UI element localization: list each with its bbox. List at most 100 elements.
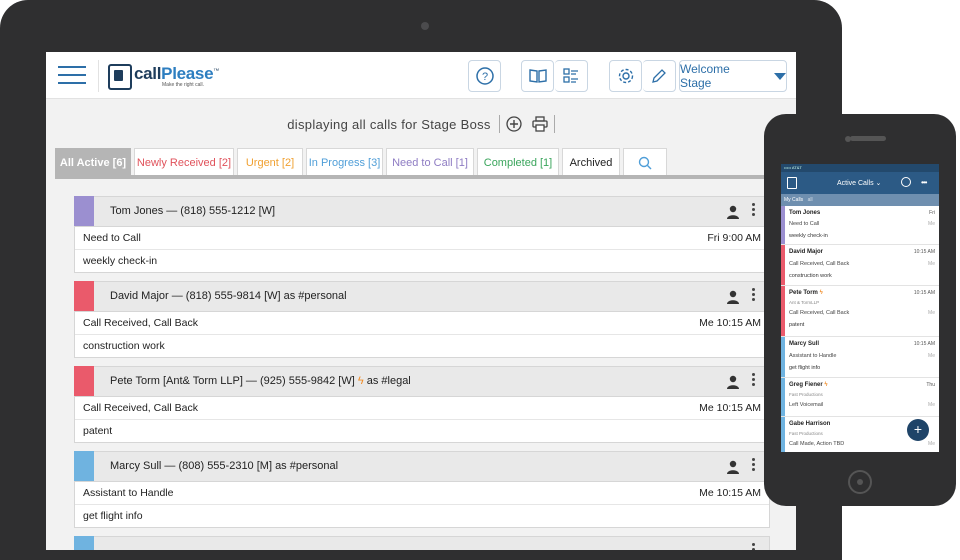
plus-circle-icon[interactable]	[506, 116, 522, 132]
call-card-header: Pete Torm [Ant& Torm LLP] — (925) 555-98…	[74, 366, 769, 397]
call-note-row: patent	[75, 420, 769, 442]
tablet-device: callPlease™ Make the right call. ? Welco…	[0, 0, 842, 560]
hamburger-menu-icon[interactable]	[58, 66, 86, 84]
printer-icon[interactable]	[532, 116, 548, 132]
call-note: get flight info	[83, 510, 143, 522]
phone-screen: ••••• AT&T Active Calls ⌄ ••• My Calls a…	[781, 164, 939, 452]
all-calls-filter[interactable]: all	[808, 197, 813, 203]
call-status-row: Call Received, Call Back Me 10:15 AM	[75, 312, 769, 335]
person-icon[interactable]	[726, 290, 740, 304]
phone-device: ••••• AT&T Active Calls ⌄ ••• My Calls a…	[764, 114, 956, 506]
question-circle-icon: ?	[475, 67, 494, 85]
call-status: Call Received, Call Back	[83, 402, 198, 414]
tablet-camera	[421, 22, 429, 30]
search-icon[interactable]	[901, 177, 911, 187]
call-status-row: Need to Call Fri 9:00 AM	[75, 227, 769, 250]
tablet-screen: callPlease™ Make the right call. ? Welco…	[46, 52, 796, 550]
phone-call-item[interactable]: Greg Fiener ϟ Thu Fast Productions Left …	[781, 378, 939, 417]
urgent-bolt-icon: ϟ	[357, 375, 364, 387]
chevron-down-icon	[774, 72, 786, 80]
call-status: Call Received, Call Back	[83, 317, 198, 329]
more-options-icon[interactable]	[752, 203, 756, 219]
status-color-stripe	[74, 536, 94, 550]
my-calls-filter[interactable]: My Calls	[784, 197, 803, 203]
phone-title-dropdown[interactable]: Active Calls ⌄	[837, 179, 881, 187]
tab-all-active[interactable]: All Active [6]	[55, 148, 131, 176]
logo-icon[interactable]	[787, 177, 797, 189]
call-card-header: Tom Jones — (818) 555-1212 [W]	[74, 196, 769, 227]
call-status: Need to Call	[83, 232, 141, 244]
call-card[interactable]: Marcy Sull — (808) 555-2310 [M] as #pers…	[74, 451, 770, 528]
call-note: patent	[83, 425, 113, 437]
help-button[interactable]: ?	[468, 60, 501, 92]
status-tabs: All Active [6] Newly Received [2] Urgent…	[55, 148, 670, 176]
add-call-button[interactable]: +	[907, 419, 929, 441]
person-icon[interactable]	[726, 205, 740, 219]
call-note-row: get flight info	[75, 505, 769, 527]
more-options-icon[interactable]	[752, 288, 756, 304]
phone-status-bar: ••••• AT&T	[781, 164, 939, 172]
call-contact[interactable]: David Major — (818) 555-9814 [W] as #per…	[110, 290, 347, 302]
tab-urgent[interactable]: Urgent [2]	[237, 148, 303, 176]
settings-button[interactable]	[609, 60, 642, 92]
tab-search[interactable]	[623, 148, 667, 176]
call-card[interactable]: Pete Torm [Ant& Torm LLP] — (925) 555-98…	[74, 366, 770, 443]
call-tag: as #legal	[366, 375, 411, 387]
phone-call-item[interactable]: Marcy Sull 10:15 AM Assistant to Handle …	[781, 337, 939, 378]
call-status: Assistant to Handle	[83, 487, 174, 499]
tab-completed[interactable]: Completed [1]	[477, 148, 559, 176]
more-options-icon[interactable]: •••	[921, 178, 927, 187]
displaying-text: displaying all calls for Stage Boss	[287, 116, 491, 132]
phone-speaker	[850, 136, 886, 141]
welcome-label: Welcome Stage	[680, 62, 730, 90]
call-time: Me 10:15 AM	[699, 317, 761, 329]
pencil-icon	[652, 69, 666, 83]
guide-button[interactable]	[521, 60, 554, 92]
person-icon[interactable]	[726, 375, 740, 389]
svg-text:?: ?	[481, 71, 487, 83]
edit-button[interactable]	[643, 60, 676, 92]
brand-divider	[98, 60, 99, 92]
call-list: Tom Jones — (818) 555-1212 [W] Need to C…	[74, 196, 770, 550]
more-options-icon[interactable]	[752, 373, 756, 389]
search-icon	[638, 156, 652, 169]
user-menu-dropdown[interactable]: Welcome Stage	[679, 60, 787, 92]
checklist-icon	[563, 68, 578, 83]
call-status-row: Assistant to Handle Me 10:15 AM	[75, 482, 769, 505]
status-color-stripe	[74, 281, 94, 311]
checklist-button[interactable]	[555, 60, 588, 92]
person-icon[interactable]	[726, 460, 740, 474]
phone-call-item[interactable]: Tom Jones Fri Need to Call Me weekly che…	[781, 206, 939, 245]
call-card-header: David Major — (818) 555-9814 [W] as #per…	[74, 281, 769, 312]
more-options-icon[interactable]	[752, 458, 756, 474]
call-note-row: weekly check-in	[75, 250, 769, 272]
call-contact[interactable]: Pete Torm [Ant& Torm LLP] — (925) 555-98…	[110, 375, 411, 387]
tab-need-to-call[interactable]: Need to Call [1]	[386, 148, 474, 176]
app-logo[interactable]: callPlease™	[134, 64, 219, 84]
tab-newly-received[interactable]: Newly Received [2]	[134, 148, 234, 176]
status-color-stripe	[74, 366, 94, 396]
tab-in-progress[interactable]: In Progress [3]	[306, 148, 383, 176]
status-color-stripe	[74, 196, 94, 226]
filter-summary: displaying all calls for Stage Boss	[46, 114, 796, 134]
call-status-row: Call Received, Call Back Me 10:15 AM	[75, 397, 769, 420]
more-options-icon[interactable]	[752, 543, 756, 550]
call-time: Me 10:15 AM	[699, 402, 761, 414]
phone-call-item[interactable]: David Major 10:15 AM Call Received, Call…	[781, 245, 939, 286]
call-card-partial[interactable]	[74, 536, 770, 550]
phone-filter-bar: My Calls all	[781, 194, 939, 206]
call-card-header: Marcy Sull — (808) 555-2310 [M] as #pers…	[74, 451, 769, 482]
call-card[interactable]: David Major — (818) 555-9814 [W] as #per…	[74, 281, 770, 358]
logo-tagline: Make the right call.	[162, 82, 204, 88]
call-time: Me 10:15 AM	[699, 487, 761, 499]
call-note: weekly check-in	[83, 255, 158, 267]
call-card[interactable]: Tom Jones — (818) 555-1212 [W] Need to C…	[74, 196, 770, 273]
call-contact[interactable]: Tom Jones — (818) 555-1212 [W]	[110, 205, 275, 217]
tab-archived[interactable]: Archived	[562, 148, 620, 176]
phone-call-item[interactable]: Pete Torm ϟ 10:15 AM Ant & TormLLP Call …	[781, 286, 939, 337]
call-note: construction work	[83, 340, 165, 352]
status-color-stripe	[74, 451, 94, 481]
phone-home-button[interactable]	[848, 470, 872, 494]
call-note-row: construction work	[75, 335, 769, 357]
call-contact[interactable]: Marcy Sull — (808) 555-2310 [M] as #pers…	[110, 460, 338, 472]
